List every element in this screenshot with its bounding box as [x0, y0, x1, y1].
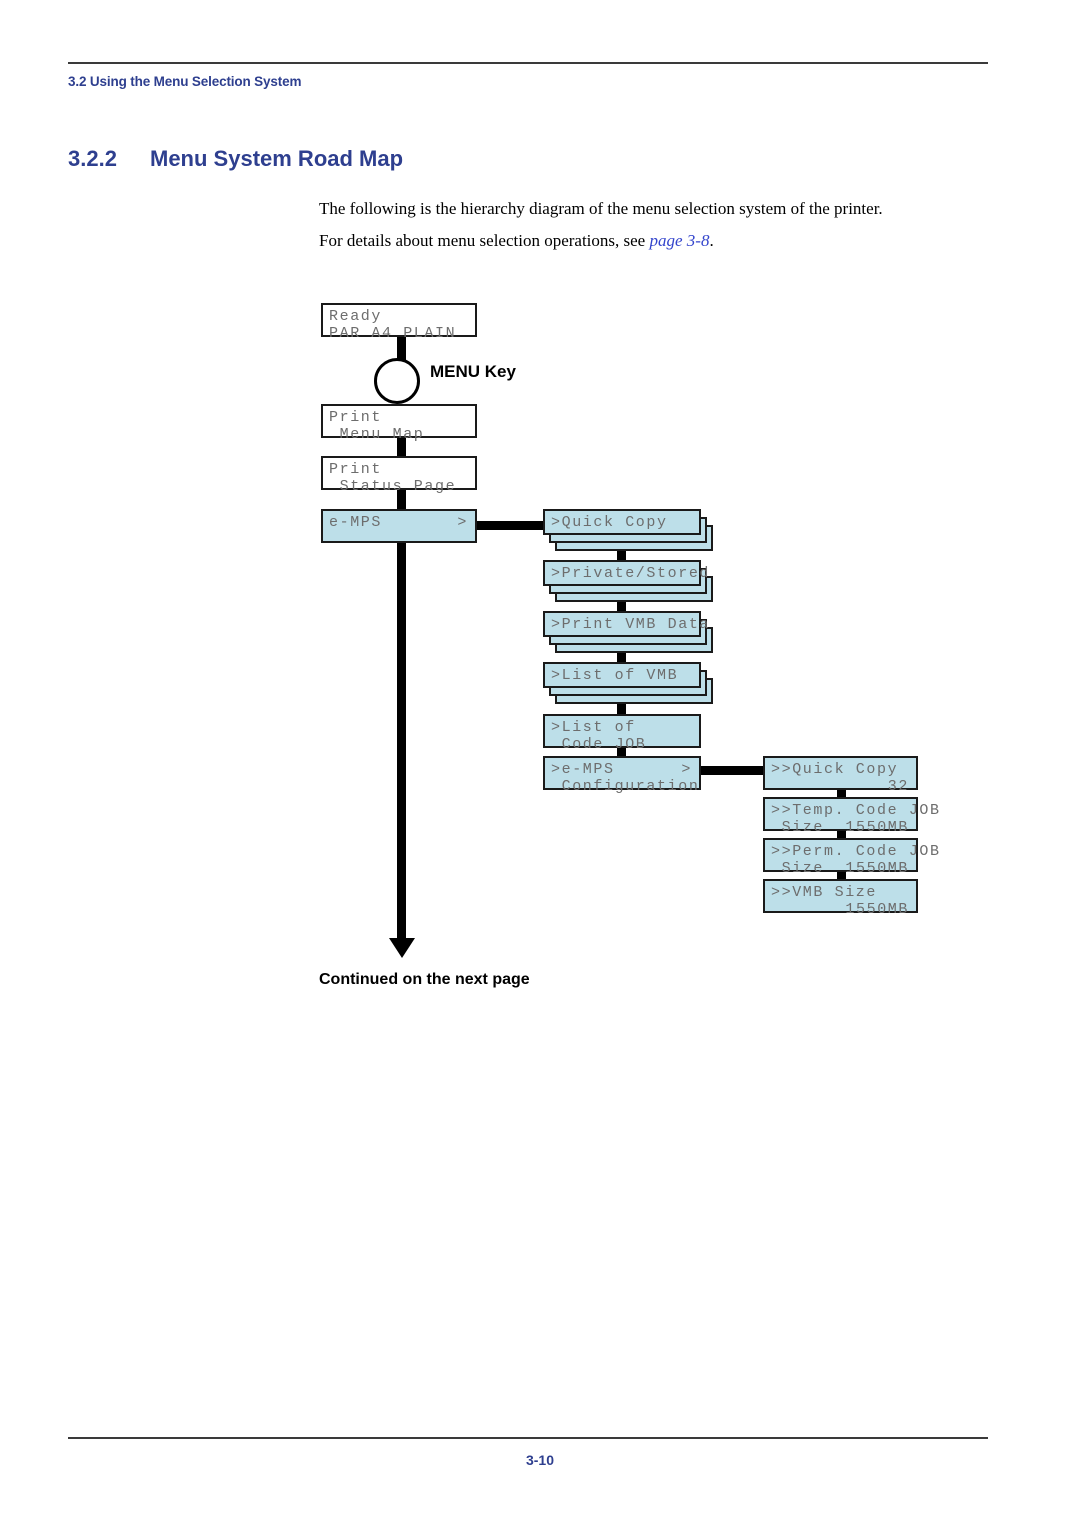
lcd-line-1: >e-MPS >	[551, 761, 699, 779]
menu-system-road-map-diagram: Ready PAR A4 PLAIN MENU Key Print Menu M…	[0, 0, 1080, 1528]
lcd-line-1: >Quick Copy	[551, 514, 668, 531]
lcd-box-e-mps[interactable]: e-MPS >	[321, 509, 477, 543]
lcd-box-quick-copy-count[interactable]: >>Quick Copy 32	[763, 756, 918, 794]
lcd-line-1: >List of	[551, 719, 636, 736]
menu-key-circle-icon	[374, 358, 420, 404]
lcd-box-private-stored[interactable]: >Private/Stored	[543, 560, 711, 586]
lcd-box-perm-code-job-size[interactable]: >>Perm. Code JOB Size 1550MB	[763, 838, 941, 876]
lcd-line-2: Configuration	[551, 777, 700, 795]
connector-e-mps-to-quick-copy	[472, 521, 544, 530]
lcd-value: 1550MB	[845, 818, 909, 836]
lcd-box-ready[interactable]: Ready PAR A4 PLAIN	[321, 303, 477, 341]
lcd-line-1: Print	[329, 409, 383, 426]
lcd-line-2: Size 1550MB	[771, 859, 916, 878]
lcd-line-1: >>Quick Copy	[771, 761, 899, 778]
lcd-line-2-text: Size	[771, 818, 825, 836]
lcd-line-2: Status Page	[329, 477, 457, 495]
submenu-chevron-icon: >	[457, 514, 468, 531]
lcd-box-temp-code-job-size[interactable]: >>Temp. Code JOB Size 1550MB	[763, 797, 941, 835]
lcd-line-1-text: >e-MPS	[551, 761, 615, 778]
lcd-value: 1550MB	[845, 900, 909, 918]
lcd-box-vmb-size[interactable]: >>VMB Size 1550MB	[763, 879, 918, 917]
footer-rule	[68, 1437, 988, 1439]
lcd-line-1: >List of VMB	[551, 667, 679, 684]
lcd-line-1: Print	[329, 461, 383, 478]
connector-e-mps-to-continued	[397, 538, 406, 942]
lcd-value: 1550MB	[845, 859, 909, 877]
continued-on-next-page-label: Continued on the next page	[319, 971, 530, 988]
lcd-box-print-menu-map[interactable]: Print Menu Map	[321, 404, 477, 442]
lcd-box-print-vmb-data[interactable]: >Print VMB Data	[543, 611, 711, 637]
page-number: 3-10	[525, 1452, 555, 1468]
lcd-value: 32	[887, 777, 909, 795]
lcd-line-1: >>Perm. Code JOB	[771, 843, 941, 860]
lcd-line-2: Code JOB	[551, 735, 647, 753]
lcd-box-quick-copy[interactable]: >Quick Copy	[543, 509, 701, 535]
lcd-line-2: PAR A4 PLAIN	[329, 324, 457, 342]
lcd-line-1: Ready	[329, 308, 383, 325]
connector-e-mps-configuration-to-quick-copy-count	[694, 766, 764, 775]
lcd-line-1-text: e-MPS	[329, 514, 383, 531]
lcd-line-1: >Print VMB Data	[551, 616, 711, 633]
lcd-line-2: Size 1550MB	[771, 818, 916, 837]
submenu-chevron-icon: >	[681, 761, 692, 778]
lcd-box-list-of-code-job[interactable]: >List of Code JOB	[543, 714, 701, 752]
menu-key-label: MENU Key	[430, 362, 516, 381]
lcd-box-list-of-vmb[interactable]: >List of VMB	[543, 662, 701, 688]
lcd-line-1: e-MPS >	[329, 514, 475, 532]
lcd-box-e-mps-configuration[interactable]: >e-MPS > Configuration	[543, 756, 701, 794]
lcd-line-2: Menu Map	[329, 425, 425, 443]
lcd-line-1: >Private/Stored	[551, 565, 711, 582]
lcd-line-1: >>VMB Size	[771, 884, 878, 901]
lcd-line-1: >>Temp. Code JOB	[771, 802, 941, 819]
lcd-box-print-status-page[interactable]: Print Status Page	[321, 456, 477, 494]
continued-arrow-head	[388, 938, 415, 958]
lcd-line-2-text: Size	[771, 859, 825, 877]
